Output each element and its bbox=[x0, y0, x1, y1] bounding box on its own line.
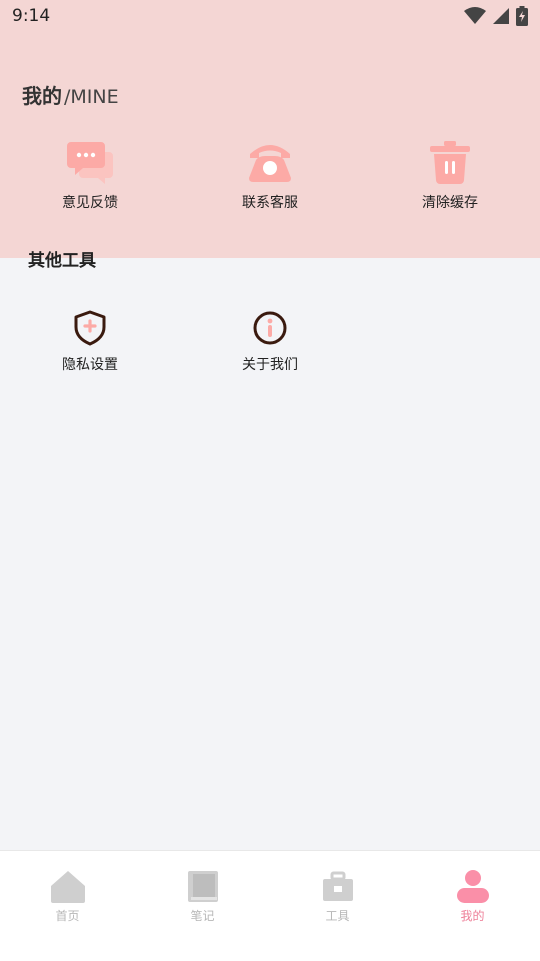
status-time: 9:14 bbox=[12, 6, 51, 26]
feedback-button[interactable]: 意见反馈 bbox=[0, 140, 180, 212]
status-icons bbox=[464, 6, 528, 26]
about-us-label: 关于我们 bbox=[242, 357, 298, 373]
info-circle-icon bbox=[253, 311, 287, 345]
telephone-icon bbox=[249, 145, 291, 182]
signal-icon bbox=[493, 8, 509, 24]
trash-icon bbox=[430, 141, 470, 184]
page-title-main: 我的 bbox=[22, 84, 62, 108]
toolbox-icon bbox=[322, 871, 353, 901]
section-title: 其他工具 bbox=[28, 251, 96, 271]
wifi-icon bbox=[464, 7, 486, 24]
clear-cache-button[interactable]: 清除缓存 bbox=[360, 140, 540, 212]
notebook-icon bbox=[187, 871, 218, 902]
page-title: 我的 /MINE bbox=[22, 80, 119, 109]
tab-notes[interactable]: 笔记 bbox=[135, 869, 270, 924]
tab-mine[interactable]: 我的 bbox=[405, 869, 540, 924]
status-bar: 9:14 bbox=[0, 0, 540, 34]
tab-notes-label: 笔记 bbox=[190, 909, 215, 923]
contact-service-label: 联系客服 bbox=[242, 195, 298, 211]
privacy-settings-button[interactable]: 隐私设置 bbox=[0, 310, 180, 374]
tab-tools-label: 工具 bbox=[325, 909, 350, 923]
privacy-settings-label: 隐私设置 bbox=[62, 357, 118, 373]
home-icon bbox=[50, 871, 85, 903]
contact-service-button[interactable]: 联系客服 bbox=[180, 140, 360, 212]
about-us-button[interactable]: 关于我们 bbox=[180, 310, 360, 374]
tab-home[interactable]: 首页 bbox=[0, 869, 135, 924]
battery-icon bbox=[516, 6, 528, 26]
tab-home-label: 首页 bbox=[55, 909, 80, 923]
person-icon bbox=[456, 870, 489, 903]
feedback-label: 意见反馈 bbox=[62, 195, 118, 211]
tab-mine-label: 我的 bbox=[460, 909, 485, 923]
clear-cache-label: 清除缓存 bbox=[422, 195, 478, 211]
tab-tools[interactable]: 工具 bbox=[270, 869, 405, 924]
chat-bubbles-icon bbox=[67, 142, 113, 184]
page-title-sub: /MINE bbox=[64, 86, 119, 108]
bottom-tab-bar: 首页 笔记 工具 我的 bbox=[0, 850, 540, 961]
shield-plus-icon bbox=[74, 310, 106, 346]
profile-header: 9:14 我的 /MINE 意见反馈 联系客服 清除缓存 bbox=[0, 0, 540, 258]
